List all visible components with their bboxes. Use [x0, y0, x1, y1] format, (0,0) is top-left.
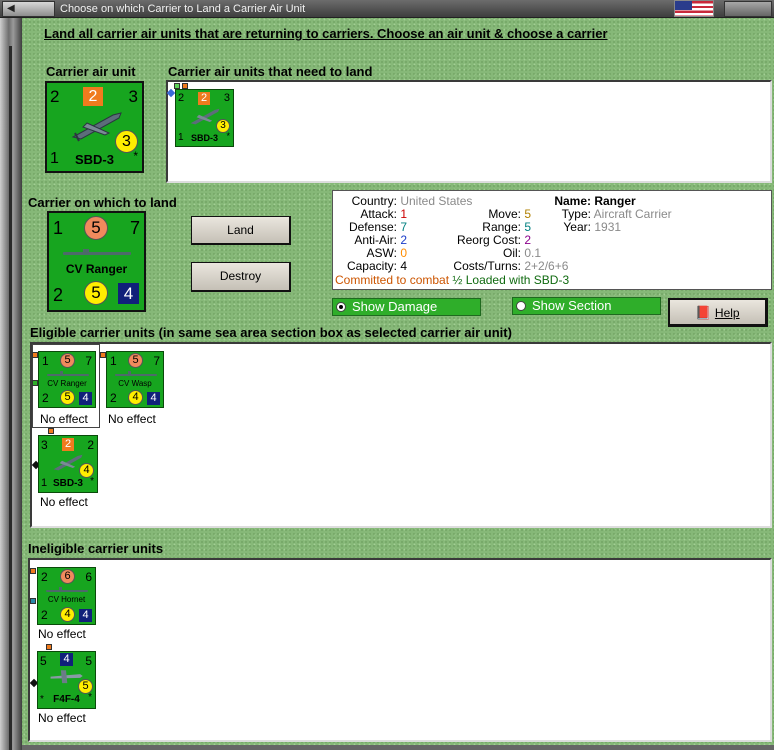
help-book-icon: 📕 — [695, 305, 712, 320]
ineligible-label: Ineligible carrier units — [28, 541, 164, 556]
ineligible-carrier-cv-hornet[interactable]: 2 6 6 CV Hornet 2 4 4 — [37, 567, 96, 625]
instruction-header: Land all carrier air units that are retu… — [44, 26, 608, 41]
carrier-on-which-to-land-label: Carrier on which to land — [28, 195, 177, 210]
carrier-ship-icon — [47, 371, 89, 376]
unit-info-panel: Country: United States Attack: 1 Defense… — [332, 190, 772, 290]
destroy-button[interactable]: Destroy — [191, 262, 291, 292]
show-section-option[interactable]: Show Section — [512, 297, 661, 315]
eligible-carrier-cv-wasp[interactable]: 1 5 7 CV Wasp 2 4 4 — [106, 351, 164, 408]
bottom-border — [22, 745, 774, 750]
left-arrow-icon: ◀ — [7, 3, 15, 14]
left-scroll-bar[interactable] — [0, 18, 22, 750]
ineligible-units-list[interactable]: 2 6 6 CV Hornet 2 4 4 No effect 5 4 5 5 … — [28, 558, 772, 742]
carrier-ship-icon — [46, 587, 88, 592]
eligible-units-list[interactable]: 1 5 7 CV Ranger 2 5 4 No effect 1 5 7 CV… — [30, 342, 772, 528]
eligible-label: Eligible carrier units (in same sea area… — [30, 325, 512, 340]
effect-caption: No effect — [40, 495, 88, 509]
effect-caption: No effect — [38, 711, 86, 725]
eligible-air-sbd-3[interactable]: 3 2 2 4 1 SBD-3 * — [38, 435, 98, 493]
window-controls[interactable] — [724, 1, 772, 17]
radio-selected-icon — [336, 302, 346, 312]
effect-caption: No effect — [38, 627, 86, 641]
window-title: Choose on which Carrier to Land a Carrie… — [60, 3, 306, 15]
effect-caption: No effect — [40, 412, 88, 426]
show-damage-option[interactable]: Show Damage — [332, 298, 481, 316]
carrier-ship-icon — [115, 371, 157, 376]
selected-air-unit-counter[interactable]: 2 2 3 3 1 SBD-3 * — [45, 81, 144, 173]
need-to-land-label: Carrier air units that need to land — [168, 64, 373, 79]
carrier-ship-icon — [63, 249, 131, 255]
us-flag-icon — [674, 0, 714, 17]
system-menu-button[interactable]: ◀ — [2, 1, 55, 17]
need-to-land-unit-sbd-3[interactable]: 2 2 3 3 1 SBD-3 * — [175, 89, 234, 147]
need-to-land-list[interactable]: 2 2 3 3 1 SBD-3 * — [166, 80, 772, 183]
effect-caption: No effect — [108, 412, 156, 426]
title-bar: ◀ Choose on which Carrier to Land a Carr… — [0, 0, 774, 18]
help-button[interactable]: 📕 Help — [668, 298, 768, 327]
eligible-carrier-cv-ranger[interactable]: 1 5 7 CV Ranger 2 5 4 — [38, 351, 96, 408]
land-button[interactable]: Land — [191, 216, 291, 245]
ineligible-air-f4f-4[interactable]: 5 4 5 5 * F4F-4 * — [37, 651, 96, 709]
radio-unselected-icon — [516, 301, 526, 311]
selected-carrier-counter[interactable]: 1 5 7 CV Ranger 2 5 4 — [47, 211, 146, 312]
carrier-air-unit-label: Carrier air unit — [46, 64, 136, 79]
